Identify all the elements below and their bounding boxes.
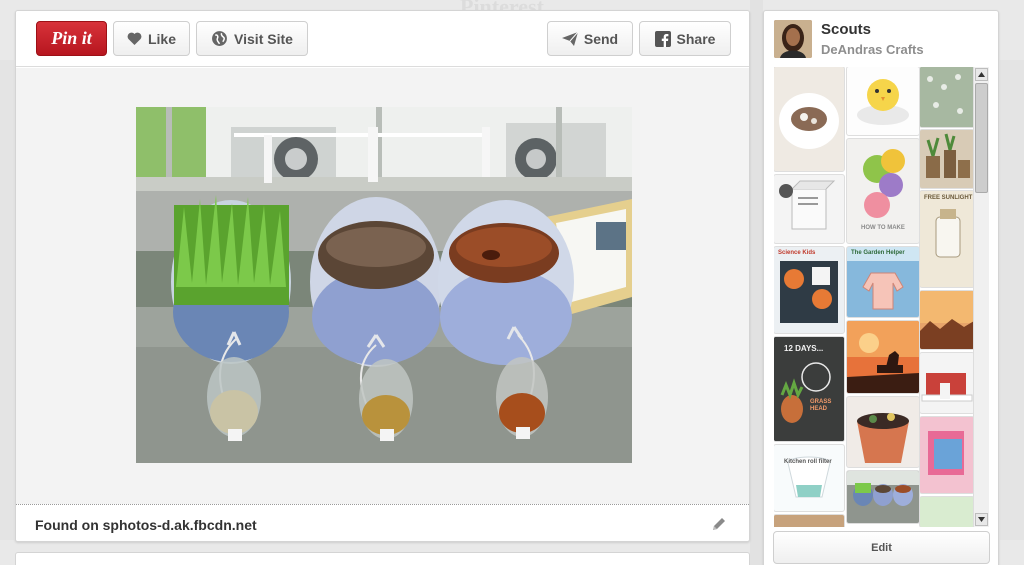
send-button[interactable]: Send (547, 21, 633, 56)
board-thumbnail[interactable] (920, 67, 974, 127)
board-thumbnails: HOW TO MAKE FREE SUNLIGHT Science Kids T… (774, 67, 974, 527)
board-thumbnail[interactable] (920, 291, 974, 349)
thumbnail-scrollbar[interactable] (973, 67, 989, 527)
scroll-up-arrow-icon[interactable] (975, 68, 988, 81)
next-card (15, 552, 750, 565)
board-thumbnail[interactable] (920, 417, 974, 493)
background-gutter (750, 0, 763, 565)
heart-icon (127, 32, 142, 45)
share-button[interactable]: Share (639, 21, 731, 56)
globe-icon (211, 30, 228, 47)
like-button[interactable]: Like (113, 21, 190, 56)
visit-site-button[interactable]: Visit Site (196, 21, 308, 56)
pin-card: Pin it Like Visit Site Send Share Found … (15, 10, 750, 542)
edit-board-button[interactable]: Edit (773, 531, 990, 564)
pin-image[interactable] (136, 107, 632, 463)
thumb-label-garden: The Garden Helper (851, 250, 905, 256)
found-on-source[interactable]: Found on sphotos-d.ak.fbcdn.net (35, 517, 257, 533)
board-thumbnail[interactable] (920, 353, 974, 413)
thumb-label-kitchen: Kitchen roll filter (784, 459, 832, 465)
board-thumbnail[interactable]: 12 DAYS... GRASS HEAD (774, 337, 844, 441)
pencil-icon[interactable] (711, 516, 727, 537)
pin-footer: Found on sphotos-d.ak.fbcdn.net (16, 504, 749, 541)
board-thumbnail[interactable] (920, 497, 974, 527)
edit-label: Edit (871, 541, 892, 554)
thumb-label-grass: GRASS HEAD (810, 399, 832, 412)
scrollbar-thumb[interactable] (975, 83, 988, 193)
pin-photo-illustration (136, 107, 632, 463)
board-title[interactable]: Scouts (821, 21, 871, 38)
send-label: Send (583, 30, 619, 47)
visit-site-label: Visit Site (234, 30, 293, 47)
board-thumbnail[interactable]: HOW TO MAKE (847, 139, 919, 243)
pin-toolbar: Pin it Like Visit Site Send Share (16, 11, 749, 67)
board-thumbnail[interactable]: The Garden Helper (847, 247, 919, 317)
paper-plane-icon (561, 31, 578, 46)
pin-image-area (16, 68, 749, 505)
board-owner[interactable]: DeAndras Crafts (821, 42, 924, 57)
board-thumbnail[interactable] (774, 175, 844, 243)
board-thumbnail[interactable] (920, 130, 974, 188)
board-thumbnail[interactable] (847, 67, 919, 135)
board-thumbnail[interactable] (847, 321, 919, 393)
facebook-icon (654, 30, 671, 47)
avatar[interactable] (774, 20, 812, 58)
board-thumbnail[interactable] (847, 471, 919, 523)
board-sidebar: Scouts DeAndras Crafts HOW TO MAKE FREE … (763, 10, 999, 565)
pin-it-button[interactable]: Pin it (36, 21, 107, 56)
board-thumbnail[interactable] (774, 67, 844, 171)
thumb-label-days: 12 DAYS... (784, 344, 824, 353)
scroll-down-arrow-icon[interactable] (975, 513, 988, 526)
pin-it-label: Pin it (51, 28, 92, 48)
like-label: Like (147, 30, 176, 47)
thumb-label-science: Science Kids (778, 250, 816, 256)
board-thumbnail[interactable]: Kitchen roll filter (774, 445, 844, 511)
board-thumbnail[interactable] (774, 515, 844, 527)
board-thumbnail[interactable] (847, 397, 919, 467)
thumb-label-how-to: HOW TO MAKE (861, 225, 905, 231)
share-label: Share (676, 30, 716, 47)
board-thumbnail[interactable]: FREE SUNLIGHT (920, 191, 974, 287)
board-thumbnail[interactable]: Science Kids (774, 247, 844, 333)
background-column-left (0, 60, 14, 540)
background-column-right (1000, 60, 1024, 540)
thumb-label-free: FREE SUNLIGHT (924, 195, 973, 201)
